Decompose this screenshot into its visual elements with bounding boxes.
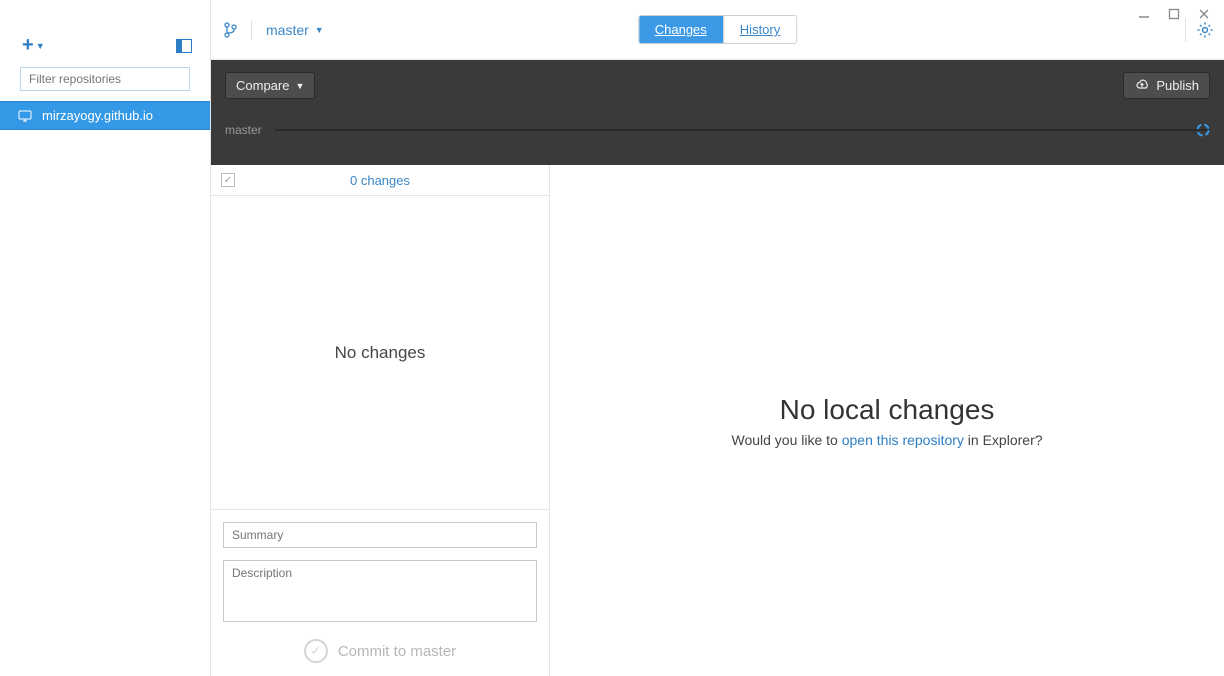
check-circle-icon: ✓ <box>304 639 328 663</box>
panel-toggle-icon[interactable] <box>176 39 192 53</box>
diff-panel: No local changes Would you like to open … <box>550 165 1224 676</box>
open-repository-link[interactable]: open this repository <box>842 432 964 448</box>
changes-panel: ✓ 0 changes No changes ✓ Commit to maste… <box>211 165 550 676</box>
branch-name: master <box>266 22 309 38</box>
toolbar: master ▼ Changes History <box>211 0 1224 60</box>
branch-icon <box>223 22 237 38</box>
add-repository-button[interactable]: + ▼ <box>22 34 45 57</box>
divider <box>1185 18 1186 42</box>
no-changes-label: No changes <box>211 196 549 509</box>
publish-label: Publish <box>1156 78 1199 93</box>
compare-label: Compare <box>236 78 289 93</box>
diff-empty-title: No local changes <box>780 394 995 426</box>
cloud-upload-icon <box>1134 78 1150 93</box>
compare-bar: Compare ▼ Publish master <box>211 60 1224 165</box>
caret-down-icon: ▼ <box>315 25 324 35</box>
tab-history[interactable]: History <box>723 16 796 43</box>
plus-icon: + <box>22 34 34 57</box>
monitor-icon <box>18 109 32 123</box>
timeline-branch-label: master <box>225 123 275 137</box>
tab-changes[interactable]: Changes <box>639 16 723 43</box>
compare-button[interactable]: Compare ▼ <box>225 72 315 99</box>
select-all-checkbox[interactable]: ✓ <box>221 173 235 187</box>
commit-button-label: Commit to master <box>338 643 456 660</box>
repository-name: mirzayogy.github.io <box>42 108 153 123</box>
caret-down-icon: ▼ <box>36 41 45 51</box>
caret-down-icon: ▼ <box>295 81 304 91</box>
gear-icon[interactable] <box>1196 21 1214 39</box>
filter-repositories-input[interactable] <box>20 67 190 91</box>
repository-item[interactable]: mirzayogy.github.io <box>0 101 210 130</box>
timeline-line <box>275 129 1210 131</box>
commit-description-input[interactable] <box>223 560 537 622</box>
publish-button[interactable]: Publish <box>1123 72 1210 99</box>
branch-dropdown[interactable]: master ▼ <box>266 22 324 38</box>
sync-ring-icon[interactable] <box>1196 123 1210 137</box>
view-tabs: Changes History <box>638 15 798 44</box>
commit-summary-input[interactable] <box>223 522 537 548</box>
commit-button[interactable]: ✓ Commit to master <box>223 625 537 671</box>
sidebar: + ▼ mirzayogy.github.io <box>0 0 211 676</box>
diff-empty-subtitle: Would you like to open this repository i… <box>731 432 1042 448</box>
changes-count-label: 0 changes <box>350 173 410 188</box>
